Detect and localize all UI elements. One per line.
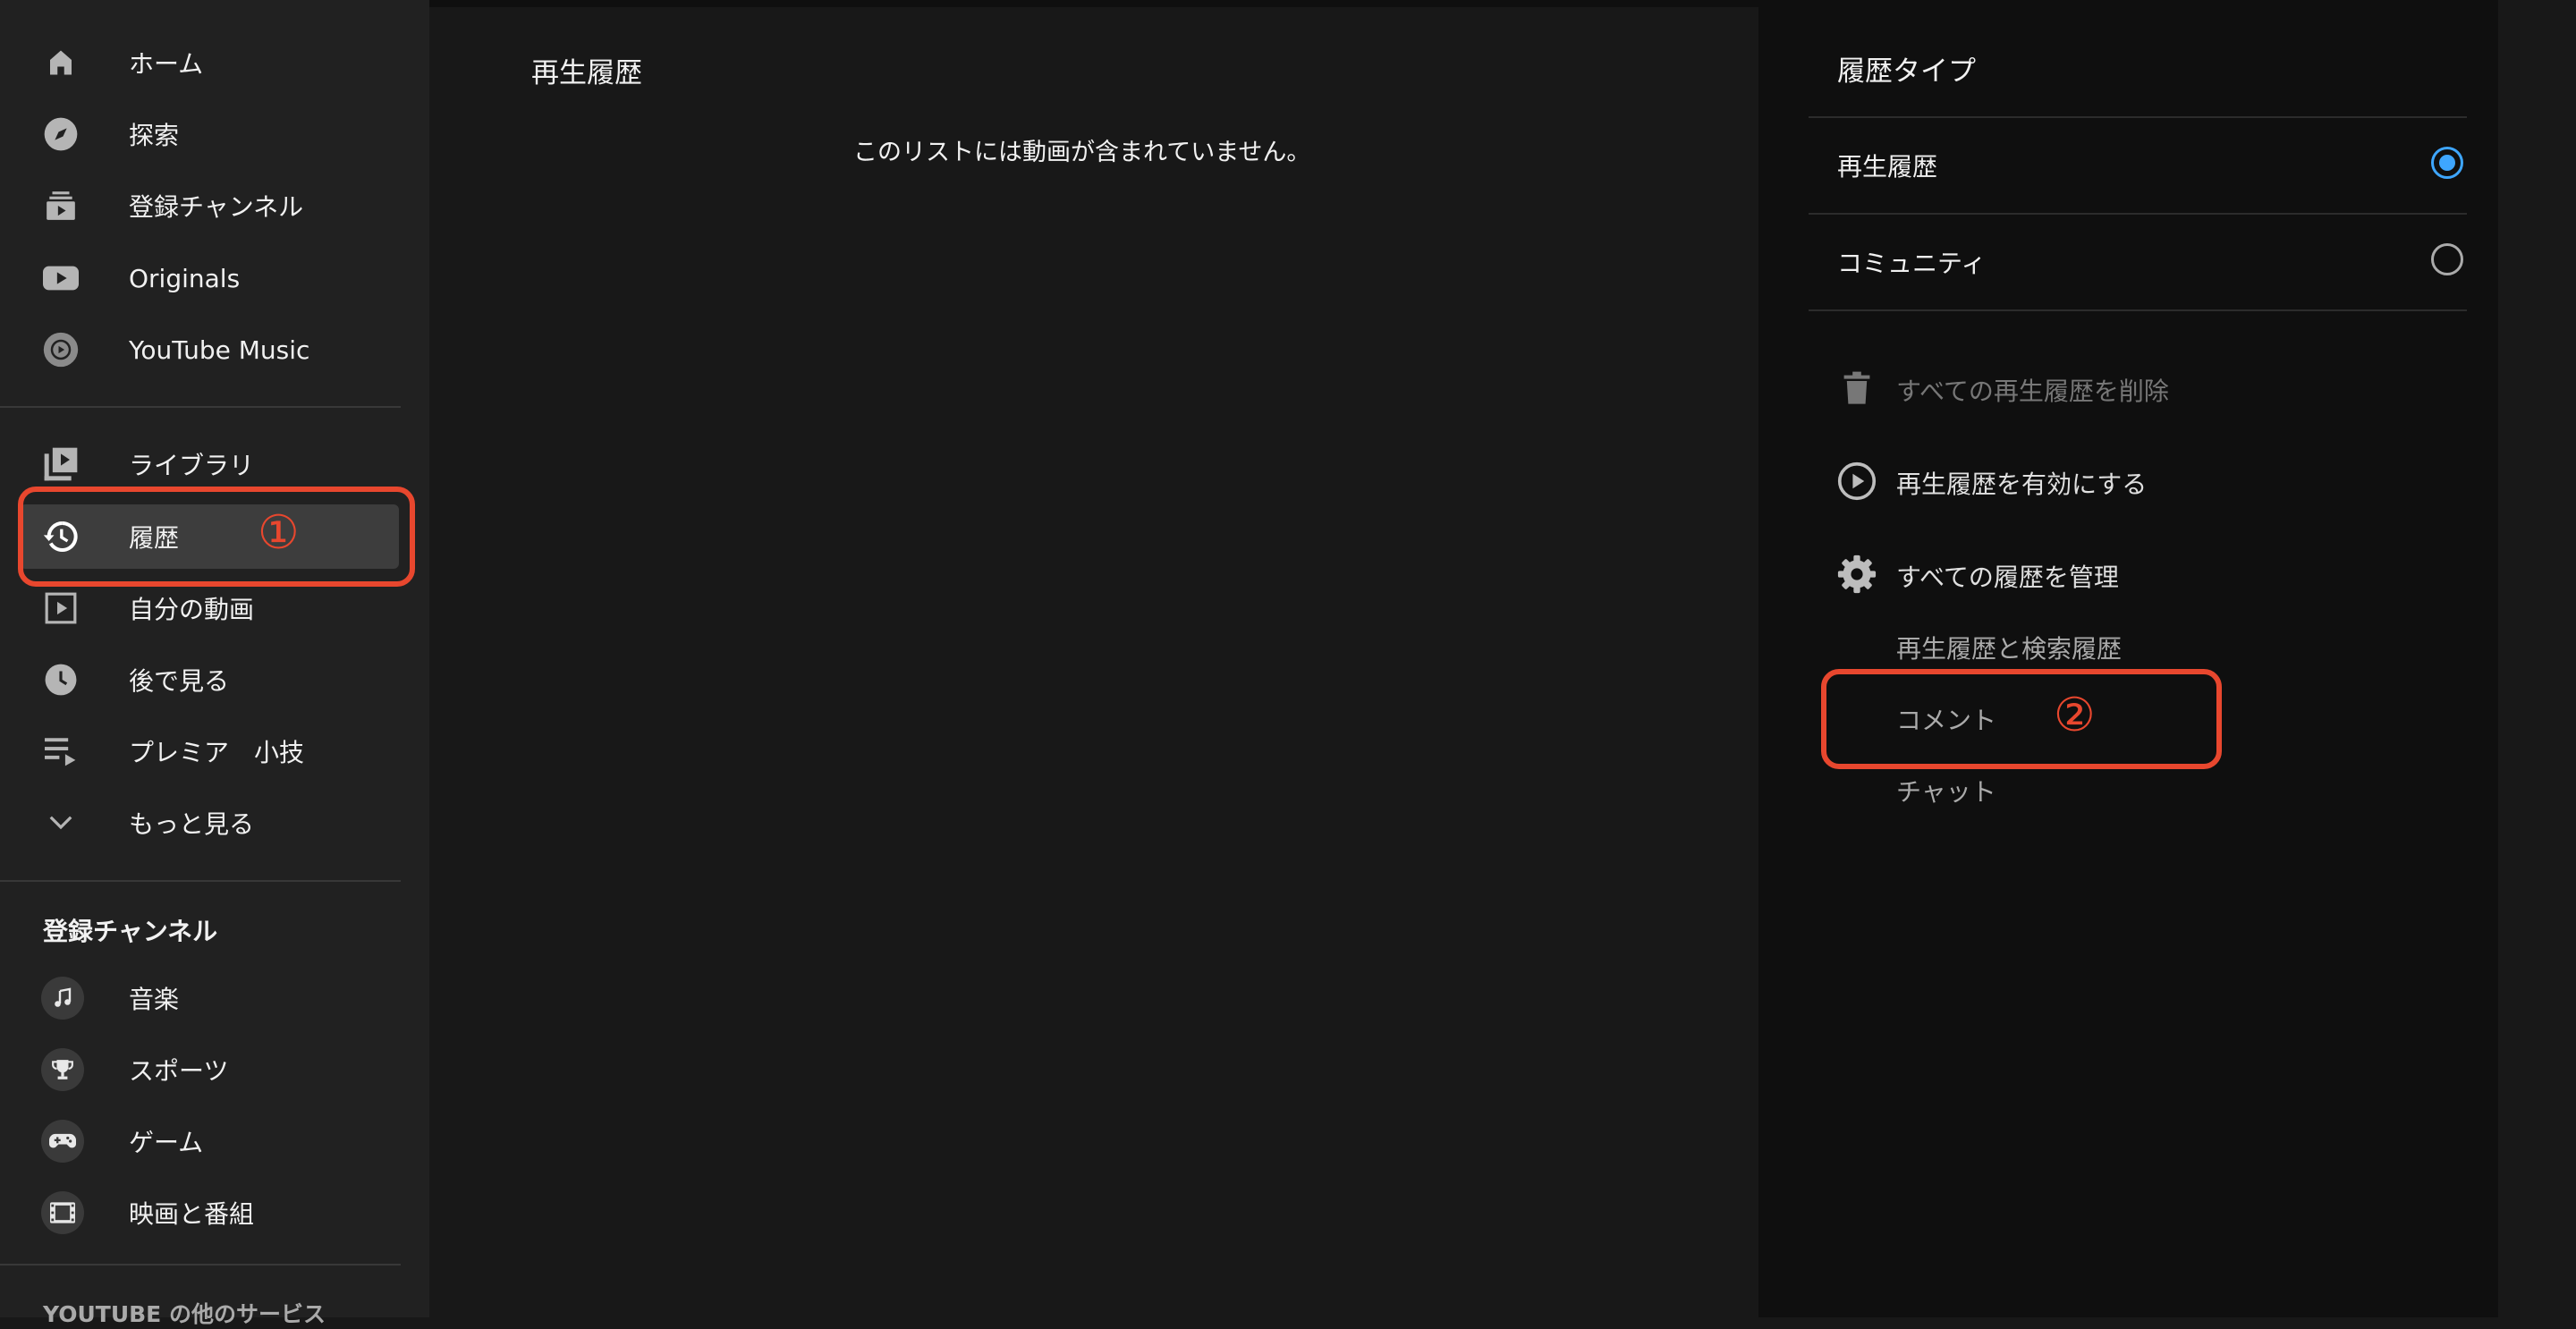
- music-note-icon: [41, 977, 84, 1020]
- library-icon: [43, 446, 79, 482]
- action-label: すべての再生履歴を削除: [1896, 377, 2169, 406]
- playlist-icon: [43, 733, 79, 769]
- sidebar-item-playlist[interactable]: プレミア 小技: [20, 719, 399, 783]
- sidebar-item-youtube-music[interactable]: YouTube Music: [20, 317, 399, 382]
- subscriptions-icon: [43, 188, 79, 224]
- chevron-down-icon: [43, 805, 79, 841]
- sidebar: ホーム 探索 登録チャンネル Originals YouTube Music ラ…: [0, 0, 429, 1327]
- sidebar-item-label: 映画と番組: [129, 1199, 255, 1229]
- panel-divider: [1809, 309, 2467, 311]
- sidebar-item-originals[interactable]: Originals: [20, 246, 399, 310]
- originals-icon: [43, 260, 79, 296]
- sidebar-item-label: 自分の動画: [129, 595, 255, 624]
- music-play-icon: [43, 332, 79, 368]
- sidebar-item-explore[interactable]: 探索: [20, 102, 399, 166]
- compass-icon: [43, 116, 79, 152]
- gear-icon: [1837, 554, 1877, 594]
- sidebar-item-label: ゲーム: [129, 1128, 204, 1157]
- sidebar-item-subscriptions[interactable]: 登録チャンネル: [20, 174, 399, 238]
- sidebar-item-label: 探索: [129, 121, 180, 150]
- clock-icon: [43, 662, 79, 698]
- sidebar-item-label: 後で見る: [129, 666, 230, 696]
- gamepad-icon: [41, 1120, 84, 1163]
- sidebar-item-watch-later[interactable]: 後で見る: [20, 648, 399, 712]
- my-videos-icon: [43, 590, 79, 626]
- sidebar-item-label: もっと見る: [129, 809, 255, 839]
- sidebar-item-label: Originals: [129, 263, 241, 293]
- channel-item-gaming[interactable]: ゲーム: [20, 1109, 399, 1173]
- right-edge-strip: [2498, 0, 2576, 1317]
- manage-all-history-button[interactable]: すべての履歴を管理: [1837, 547, 2374, 601]
- channel-item-movies[interactable]: 映画と番組: [20, 1181, 399, 1245]
- sidebar-divider: [0, 880, 401, 882]
- more-services-heading: YOUTUBE の他のサービス: [43, 1301, 326, 1327]
- annotation-marker-1: ①: [258, 506, 300, 560]
- history-type-option-community[interactable]: コミュニティ: [1809, 215, 2467, 308]
- history-type-option-watch[interactable]: 再生履歴: [1809, 118, 2467, 211]
- radio-selected[interactable]: [2431, 147, 2463, 179]
- enable-watch-history-button[interactable]: 再生履歴を有効にする: [1837, 454, 2374, 508]
- sidebar-item-label: YouTube Music: [129, 334, 310, 365]
- trash-icon: [1837, 368, 1877, 408]
- channel-item-sports[interactable]: スポーツ: [20, 1037, 399, 1102]
- sidebar-divider: [0, 406, 401, 408]
- channel-item-music[interactable]: 音楽: [20, 966, 399, 1030]
- sidebar-item-label: スポーツ: [129, 1056, 229, 1086]
- history-type-heading: 履歴タイプ: [1837, 55, 1976, 88]
- sidebar-item-label: 音楽: [129, 985, 180, 1014]
- history-type-label: 再生履歴: [1837, 152, 1938, 182]
- annotation-box-2: [1821, 669, 2222, 769]
- annotation-marker-2: ②: [2054, 689, 2096, 742]
- action-label: すべての履歴を管理: [1896, 563, 2119, 592]
- sidebar-item-home[interactable]: ホーム: [20, 30, 399, 95]
- link-watch-and-search-history[interactable]: 再生履歴と検索履歴: [1896, 630, 2122, 665]
- sidebar-item-label: ホーム: [129, 49, 204, 79]
- sidebar-item-label: プレミア 小技: [129, 738, 305, 767]
- radio-unselected[interactable]: [2431, 243, 2463, 275]
- empty-list-message: このリストには動画が含まれていません。: [853, 139, 1311, 166]
- sidebar-divider: [0, 1264, 401, 1266]
- play-circle-icon: [1837, 461, 1877, 501]
- history-type-panel: 履歴タイプ 再生履歴 コミュニティ すべての再生履歴を削除 再生履歴を有効にする…: [1758, 7, 2498, 1317]
- link-chat[interactable]: チャット: [1896, 773, 1996, 808]
- main-content: 再生履歴 このリストには動画が含まれていません。: [429, 7, 1758, 1317]
- sidebar-item-show-more[interactable]: もっと見る: [20, 791, 399, 855]
- home-icon: [43, 45, 79, 80]
- action-label: 再生履歴を有効にする: [1896, 470, 2148, 499]
- trophy-icon: [41, 1048, 84, 1091]
- sidebar-item-label: 登録チャンネル: [129, 192, 304, 222]
- subscriptions-heading: 登録チャンネル: [43, 917, 218, 946]
- page-title: 再生履歴: [531, 57, 642, 89]
- sidebar-item-label: ライブラリ: [129, 451, 255, 480]
- clear-watch-history-button[interactable]: すべての再生履歴を削除: [1837, 361, 2374, 415]
- annotation-box-1: [18, 487, 415, 587]
- history-type-label: コミュニティ: [1837, 249, 1987, 278]
- film-icon: [41, 1191, 84, 1234]
